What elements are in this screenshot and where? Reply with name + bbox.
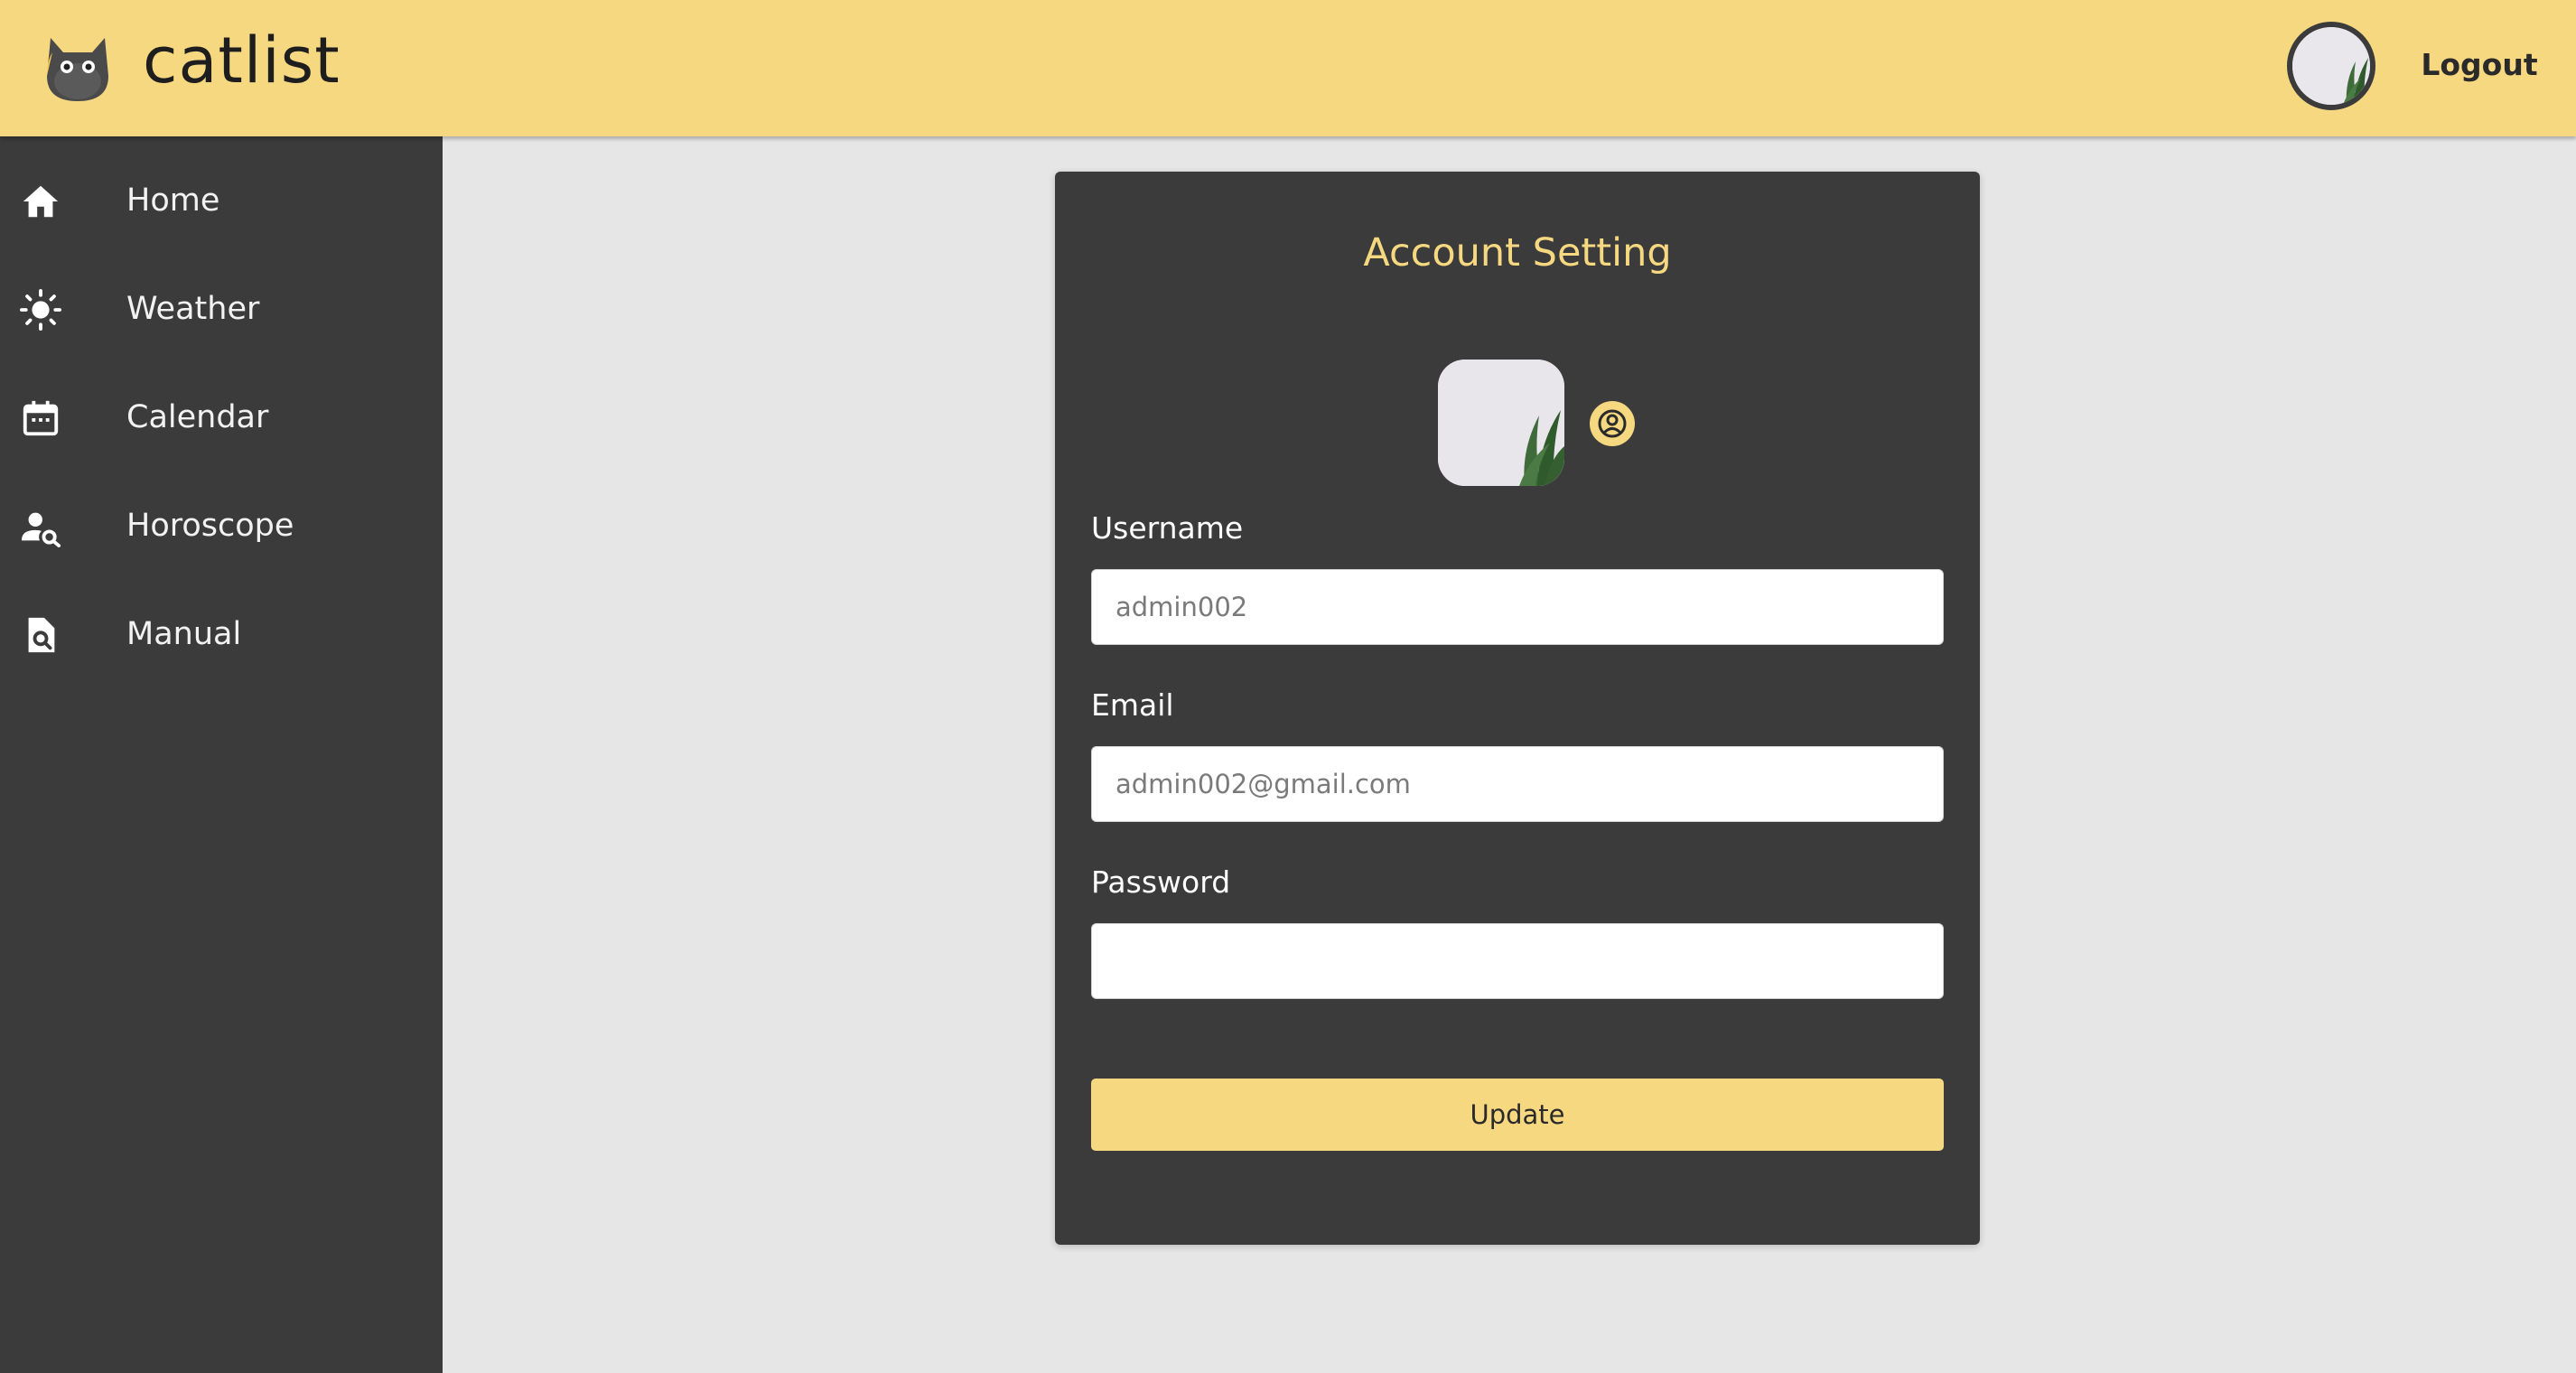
brand-name[interactable]: catlist [143, 20, 341, 101]
sidebar-item-label: Manual [126, 616, 242, 652]
sidebar-item-label: Calendar [126, 399, 269, 435]
home-icon [20, 181, 61, 222]
username-label: Username [1091, 510, 1244, 546]
sidebar-item-label: Home [126, 182, 220, 219]
profile-picture [1438, 360, 1564, 486]
username-input[interactable] [1091, 569, 1944, 645]
sidebar: Home Weather Calendar Horoscope Manual [0, 136, 443, 1373]
update-button[interactable]: Update [1091, 1079, 1944, 1151]
calendar-icon [20, 397, 61, 439]
user-avatar[interactable] [2287, 22, 2375, 110]
password-input[interactable] [1091, 923, 1944, 999]
email-input[interactable] [1091, 746, 1944, 822]
sidebar-item-calendar[interactable]: Calendar [0, 363, 443, 472]
sidebar-item-horoscope[interactable]: Horoscope [0, 472, 443, 580]
account-settings-card: Account Setting Username Email Password … [1055, 172, 1980, 1245]
top-header: catlist Logout [0, 0, 2576, 136]
page-title: Account Setting [1363, 230, 1672, 276]
sidebar-item-label: Horoscope [126, 508, 294, 544]
document-search-icon [20, 614, 61, 656]
cat-logo-icon[interactable] [43, 25, 112, 103]
logout-button[interactable]: Logout [2421, 40, 2538, 90]
sidebar-item-label: Weather [126, 291, 260, 327]
person-search-icon [20, 506, 61, 547]
email-label: Email [1091, 687, 1174, 723]
account-circle-icon[interactable] [1590, 401, 1635, 446]
sidebar-item-weather[interactable]: Weather [0, 255, 443, 363]
sidebar-item-manual[interactable]: Manual [0, 580, 443, 688]
sun-icon [20, 289, 62, 331]
sidebar-item-home[interactable]: Home [0, 146, 443, 255]
password-label: Password [1091, 864, 1231, 900]
